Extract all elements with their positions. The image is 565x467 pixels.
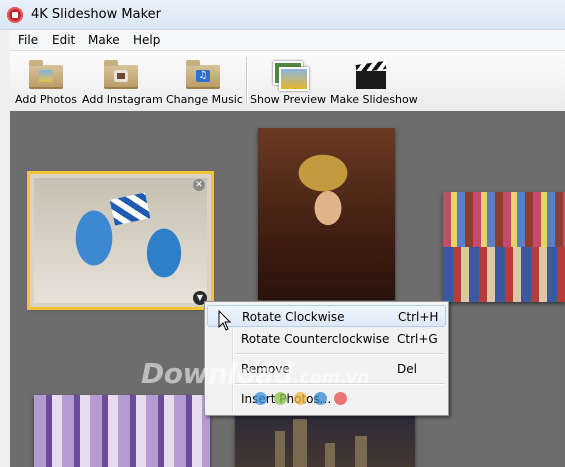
- toolbar-separator: [246, 57, 247, 105]
- make-slideshow-label: Make Slideshow: [330, 93, 418, 106]
- music-folder-icon: ♫: [186, 59, 220, 89]
- photo-thumbnail-selected[interactable]: [27, 171, 214, 310]
- menu-help[interactable]: Help: [133, 33, 160, 47]
- instagram-folder-icon: [104, 59, 138, 89]
- title-bar: 4K Slideshow Maker: [0, 0, 565, 30]
- menu-item-rotate-clockwise[interactable]: Rotate Clockwise Ctrl+H: [207, 305, 446, 327]
- dot-icon: [294, 392, 307, 405]
- dot-icon: [314, 392, 327, 405]
- show-preview-label: Show Preview: [250, 93, 326, 106]
- window-title: 4K Slideshow Maker: [31, 7, 161, 22]
- clapperboard-icon: [354, 59, 388, 89]
- photo-image: [34, 178, 207, 303]
- menu-item-label: Rotate Counterclockwise: [241, 332, 390, 346]
- menu-file[interactable]: File: [18, 33, 38, 47]
- menu-make[interactable]: Make: [88, 33, 120, 47]
- menu-item-shortcut: Ctrl+H: [398, 310, 439, 324]
- menu-separator: [235, 353, 444, 354]
- change-music-label: Change Music: [166, 93, 243, 106]
- add-photos-label: Add Photos: [15, 93, 77, 106]
- toolbar: Add Photos Add Instagram ♫ Change Music …: [10, 50, 565, 112]
- watermark-dots: [254, 392, 354, 408]
- close-icon[interactable]: ✕: [193, 179, 205, 191]
- add-instagram-button[interactable]: Add Instagram: [82, 51, 163, 111]
- photo-thumbnail[interactable]: [235, 411, 415, 467]
- change-music-button[interactable]: ♫ Change Music: [166, 51, 243, 111]
- watermark-suffix: .com.vn: [293, 367, 370, 388]
- menu-bar: File Edit Make Help: [10, 30, 565, 50]
- photo-thumbnail[interactable]: [258, 128, 395, 300]
- preview-photos-icon: [271, 59, 309, 91]
- menu-item-rotate-counterclockwise[interactable]: Rotate Counterclockwise Ctrl+G: [207, 328, 446, 350]
- watermark-text: Download: [141, 357, 294, 390]
- add-instagram-label: Add Instagram: [82, 93, 163, 106]
- dot-icon: [254, 392, 267, 405]
- app-logo-icon: [7, 7, 23, 23]
- menu-item-label: Rotate Clockwise: [242, 310, 345, 324]
- photo-folder-icon: [29, 59, 63, 89]
- menu-item-shortcut: Del: [397, 362, 417, 376]
- menu-edit[interactable]: Edit: [52, 33, 75, 47]
- dot-icon: [274, 392, 287, 405]
- mouse-pointer-icon: [218, 310, 232, 331]
- dot-icon: [334, 392, 347, 405]
- show-preview-button[interactable]: Show Preview: [250, 51, 326, 111]
- menu-item-shortcut: Ctrl+G: [397, 332, 438, 346]
- add-photos-button[interactable]: Add Photos: [14, 51, 78, 111]
- photo-thumbnail[interactable]: [34, 395, 210, 467]
- photo-thumbnail[interactable]: [443, 192, 565, 302]
- make-slideshow-button[interactable]: Make Slideshow: [330, 51, 418, 111]
- watermark-logo: Download.com.vn: [141, 357, 370, 390]
